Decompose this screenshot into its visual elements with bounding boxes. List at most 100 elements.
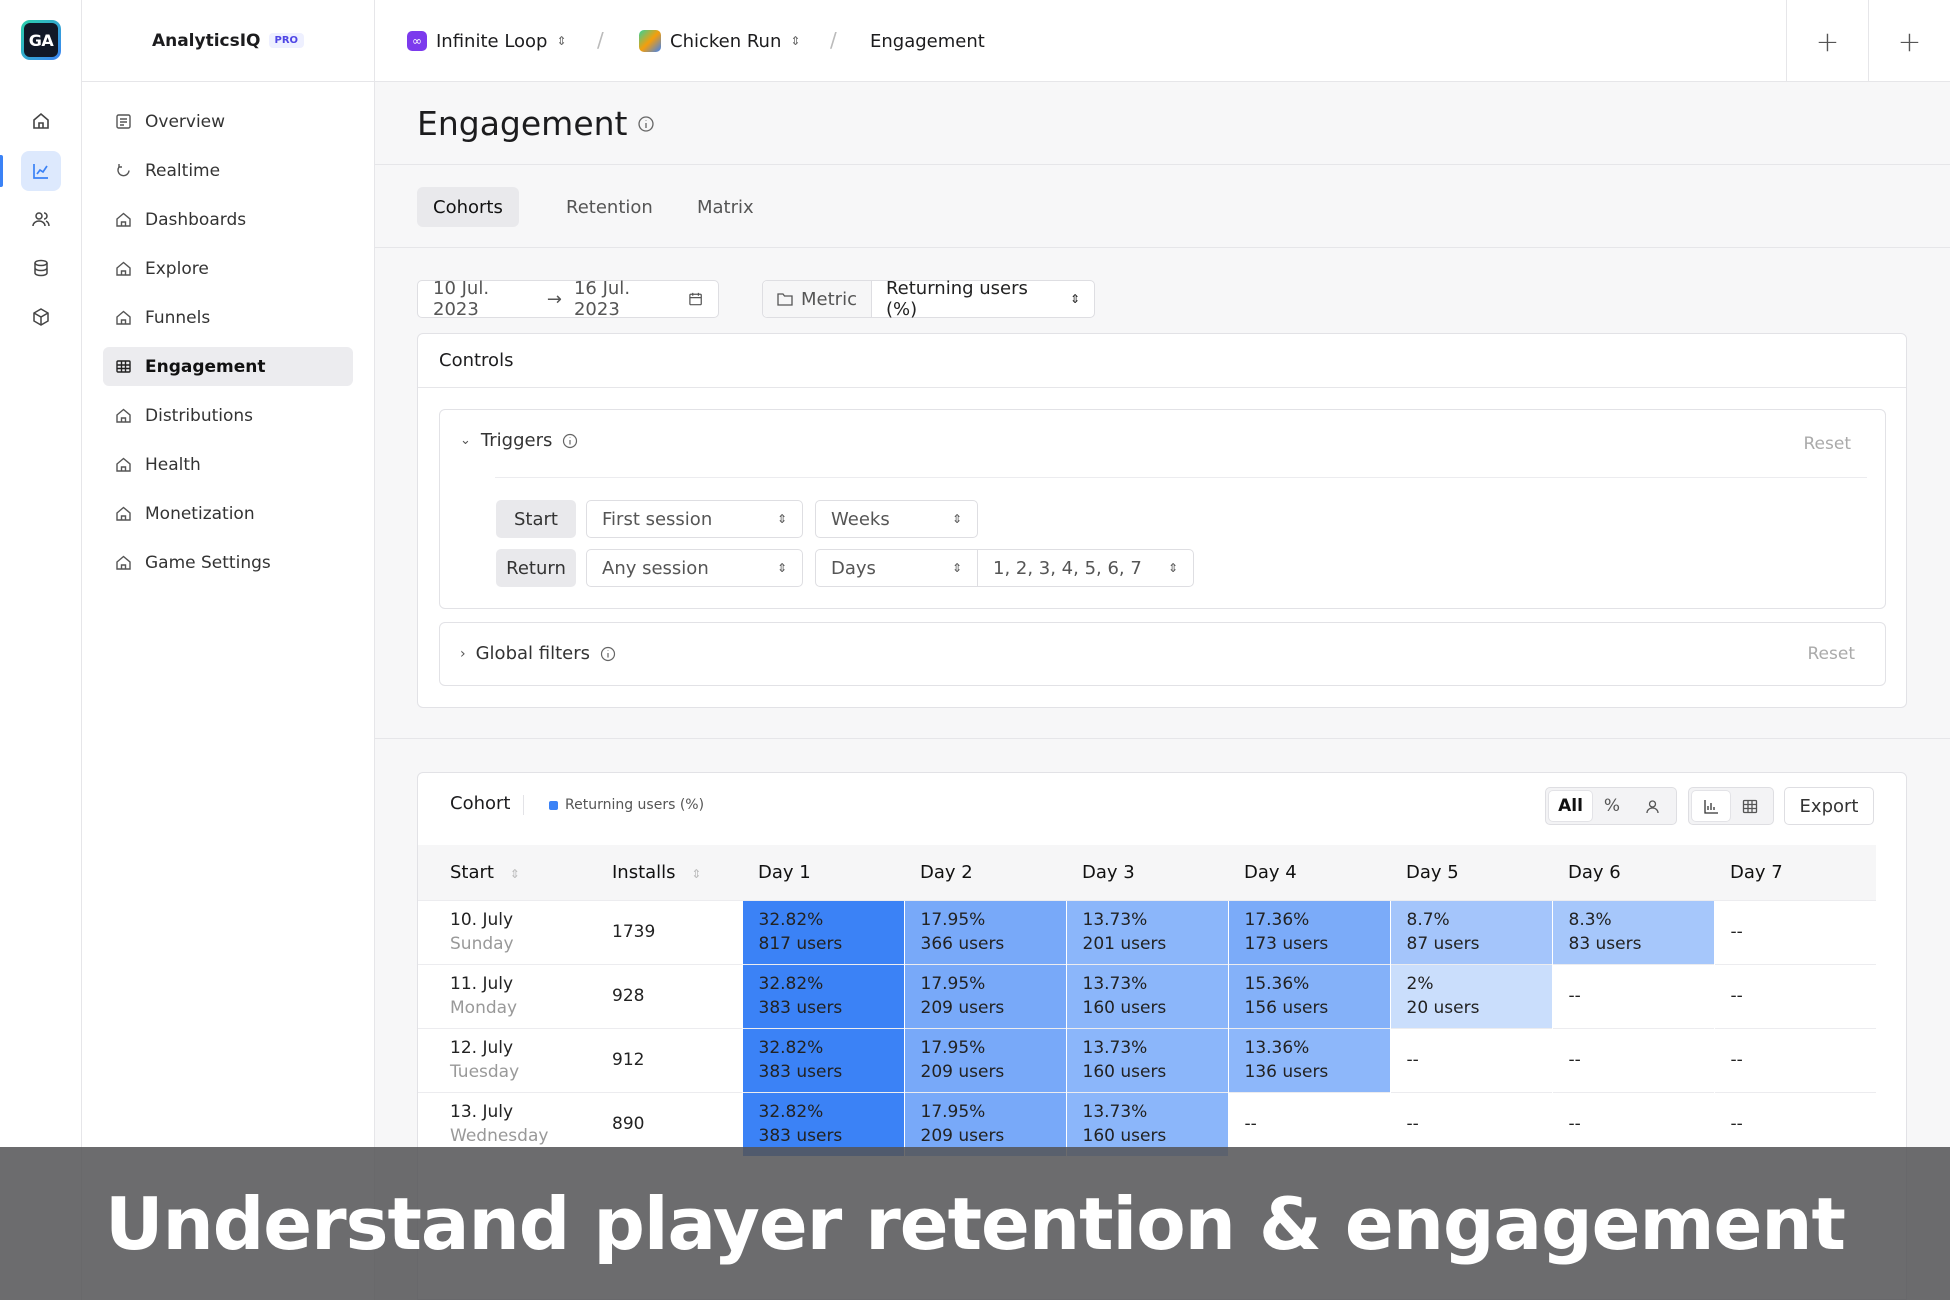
start-event-value: First session: [602, 508, 713, 530]
triggers-reset-button[interactable]: Reset: [1804, 434, 1852, 454]
cohort-date: 10. July: [450, 910, 514, 930]
retention-cell[interactable]: 13.73% 201 users: [1065, 899, 1228, 964]
metric-selector[interactable]: Metric Returning users (%) ⇕: [762, 278, 1095, 320]
legend-swatch: [549, 800, 558, 810]
users-icon[interactable]: [21, 199, 61, 239]
retention-cell[interactable]: --: [1389, 1027, 1552, 1092]
header-label: Installs: [612, 861, 676, 883]
chart-view-button[interactable]: [1692, 791, 1730, 821]
retention-cell[interactable]: --: [1551, 963, 1714, 1028]
retention-cell[interactable]: 32.82% 383 users: [741, 963, 904, 1028]
retention-cell[interactable]: 32.82% 383 users: [741, 1027, 904, 1092]
home-icon[interactable]: [21, 101, 61, 141]
return-event-value: Any session: [602, 557, 709, 579]
breadcrumb-separator: /: [597, 28, 604, 52]
global-filters-section: › Global filters Reset: [439, 622, 1886, 686]
installs-cell: 928: [580, 963, 742, 1028]
retention-cell[interactable]: --: [1713, 1027, 1876, 1092]
column-header-day-1: Day 1: [742, 845, 904, 900]
home-icon: [116, 457, 131, 472]
retention-cell[interactable]: 15.36% 156 users: [1227, 963, 1390, 1028]
global-filters-reset-button[interactable]: Reset: [1808, 644, 1856, 664]
metric-value: Returning users (%) ⇕: [872, 278, 1094, 320]
breadcrumb-project[interactable]: ∞ Infinite Loop ⇕: [407, 0, 567, 82]
retention-cell[interactable]: --: [1713, 963, 1876, 1028]
info-icon[interactable]: [600, 646, 616, 662]
start-event-select[interactable]: First session ⇕: [586, 500, 803, 538]
app-logo[interactable]: GA: [21, 20, 61, 60]
retention-users: 173 users: [1244, 934, 1329, 954]
folder-icon: [777, 293, 793, 306]
sidebar-item-monetization[interactable]: Monetization: [103, 494, 353, 533]
sidebar-item-label: Game Settings: [145, 552, 271, 573]
info-icon[interactable]: [562, 433, 578, 449]
column-header-start[interactable]: Start ⇕: [418, 845, 580, 900]
retention-cell[interactable]: 8.3% 83 users: [1551, 899, 1714, 964]
sidebar-item-distributions[interactable]: Distributions: [103, 396, 353, 435]
global-filters-toggle[interactable]: › Global filters: [460, 643, 616, 664]
retention-cell[interactable]: --: [1713, 899, 1876, 964]
info-icon[interactable]: [637, 115, 655, 133]
return-event-select[interactable]: Any session ⇕: [586, 549, 803, 587]
retention-cell[interactable]: 17.95% 366 users: [903, 899, 1066, 964]
breadcrumb-game[interactable]: Chicken Run ⇕: [639, 0, 800, 82]
retention-cell[interactable]: 13.73% 160 users: [1065, 1027, 1228, 1092]
return-period-select[interactable]: Days ⇕: [815, 549, 978, 587]
date-range-picker[interactable]: 10 Jul. 2023 → 16 Jul. 2023: [417, 278, 719, 320]
tab-cohorts[interactable]: Cohorts: [417, 187, 519, 227]
chevron-updown-icon: ⇕: [776, 512, 787, 526]
chevron-down-icon: ⌄: [460, 433, 471, 448]
triggers-toggle[interactable]: ⌄ Triggers: [460, 430, 578, 451]
sidebar-item-dashboards[interactable]: Dashboards: [103, 200, 353, 239]
database-icon[interactable]: [21, 248, 61, 288]
table-row: 12. July Tuesday 912 32.82% 383 users 17.95% 2…: [418, 1027, 1876, 1092]
retention-cell[interactable]: 13.36% 136 users: [1227, 1027, 1390, 1092]
header-label: Start: [450, 861, 494, 883]
view-all-button[interactable]: All: [1549, 791, 1592, 821]
sidebar-item-label: Engagement: [145, 356, 266, 377]
retention-cell[interactable]: --: [1551, 1027, 1714, 1092]
start-period-select[interactable]: Weeks ⇕: [815, 500, 978, 538]
tab-matrix[interactable]: Matrix: [681, 187, 770, 227]
sidebar-item-overview[interactable]: Overview: [103, 102, 353, 141]
add-button-secondary[interactable]: +: [1868, 0, 1950, 82]
retention-cell[interactable]: 32.82% 817 users: [741, 899, 904, 964]
sidebar-item-engagement[interactable]: Engagement: [103, 347, 353, 386]
column-header-installs[interactable]: Installs ⇕: [580, 845, 742, 900]
retention-cell[interactable]: 17.36% 173 users: [1227, 899, 1390, 964]
retention-percent: 17.95%: [920, 1102, 986, 1123]
empty-value: --: [1730, 986, 1743, 1006]
retention-cell[interactable]: 13.73% 160 users: [1065, 963, 1228, 1028]
retention-cell[interactable]: 2% 20 users: [1389, 963, 1552, 1028]
installs-cell: 912: [580, 1027, 742, 1092]
analytics-icon[interactable]: [21, 151, 61, 191]
sidebar-item-label: Monetization: [145, 503, 255, 524]
view-users-button[interactable]: [1632, 791, 1672, 821]
plus-icon: +: [1815, 24, 1840, 58]
view-percent-button[interactable]: %: [1592, 791, 1632, 821]
table-view-button[interactable]: [1730, 791, 1770, 821]
export-button[interactable]: Export: [1784, 787, 1874, 825]
retention-cell[interactable]: 8.7% 87 users: [1389, 899, 1552, 964]
sidebar-item-label: Distributions: [145, 405, 254, 426]
breadcrumb-label: Engagement: [870, 30, 985, 52]
sidebar-item-funnels[interactable]: Funnels: [103, 298, 353, 337]
empty-value: --: [1568, 1050, 1581, 1070]
tab-retention[interactable]: Retention: [550, 187, 669, 227]
sidebar-item-game-settings[interactable]: Game Settings: [103, 543, 353, 582]
retention-users: 160 users: [1082, 998, 1167, 1018]
package-settings-icon[interactable]: [21, 297, 61, 337]
cohort-start-cell: 12. July Tuesday: [418, 1027, 580, 1092]
sidebar-item-health[interactable]: Health: [103, 445, 353, 484]
date-start: 10 Jul. 2023: [433, 278, 490, 320]
retention-cell[interactable]: 17.95% 209 users: [903, 1027, 1066, 1092]
retention-percent: 13.73%: [1082, 1038, 1148, 1058]
column-header-day-3: Day 3: [1066, 845, 1228, 900]
add-button[interactable]: +: [1786, 0, 1868, 82]
return-days-select[interactable]: 1, 2, 3, 4, 5, 6, 7 ⇕: [977, 549, 1194, 587]
top-bar: ∞ Infinite Loop ⇕ / Chicken Run ⇕ / Enga…: [375, 0, 1950, 82]
retention-users: 160 users: [1082, 1126, 1167, 1147]
sidebar-item-explore[interactable]: Explore: [103, 249, 353, 288]
retention-cell[interactable]: 17.95% 209 users: [903, 963, 1066, 1028]
sidebar-item-realtime[interactable]: Realtime: [103, 151, 353, 190]
